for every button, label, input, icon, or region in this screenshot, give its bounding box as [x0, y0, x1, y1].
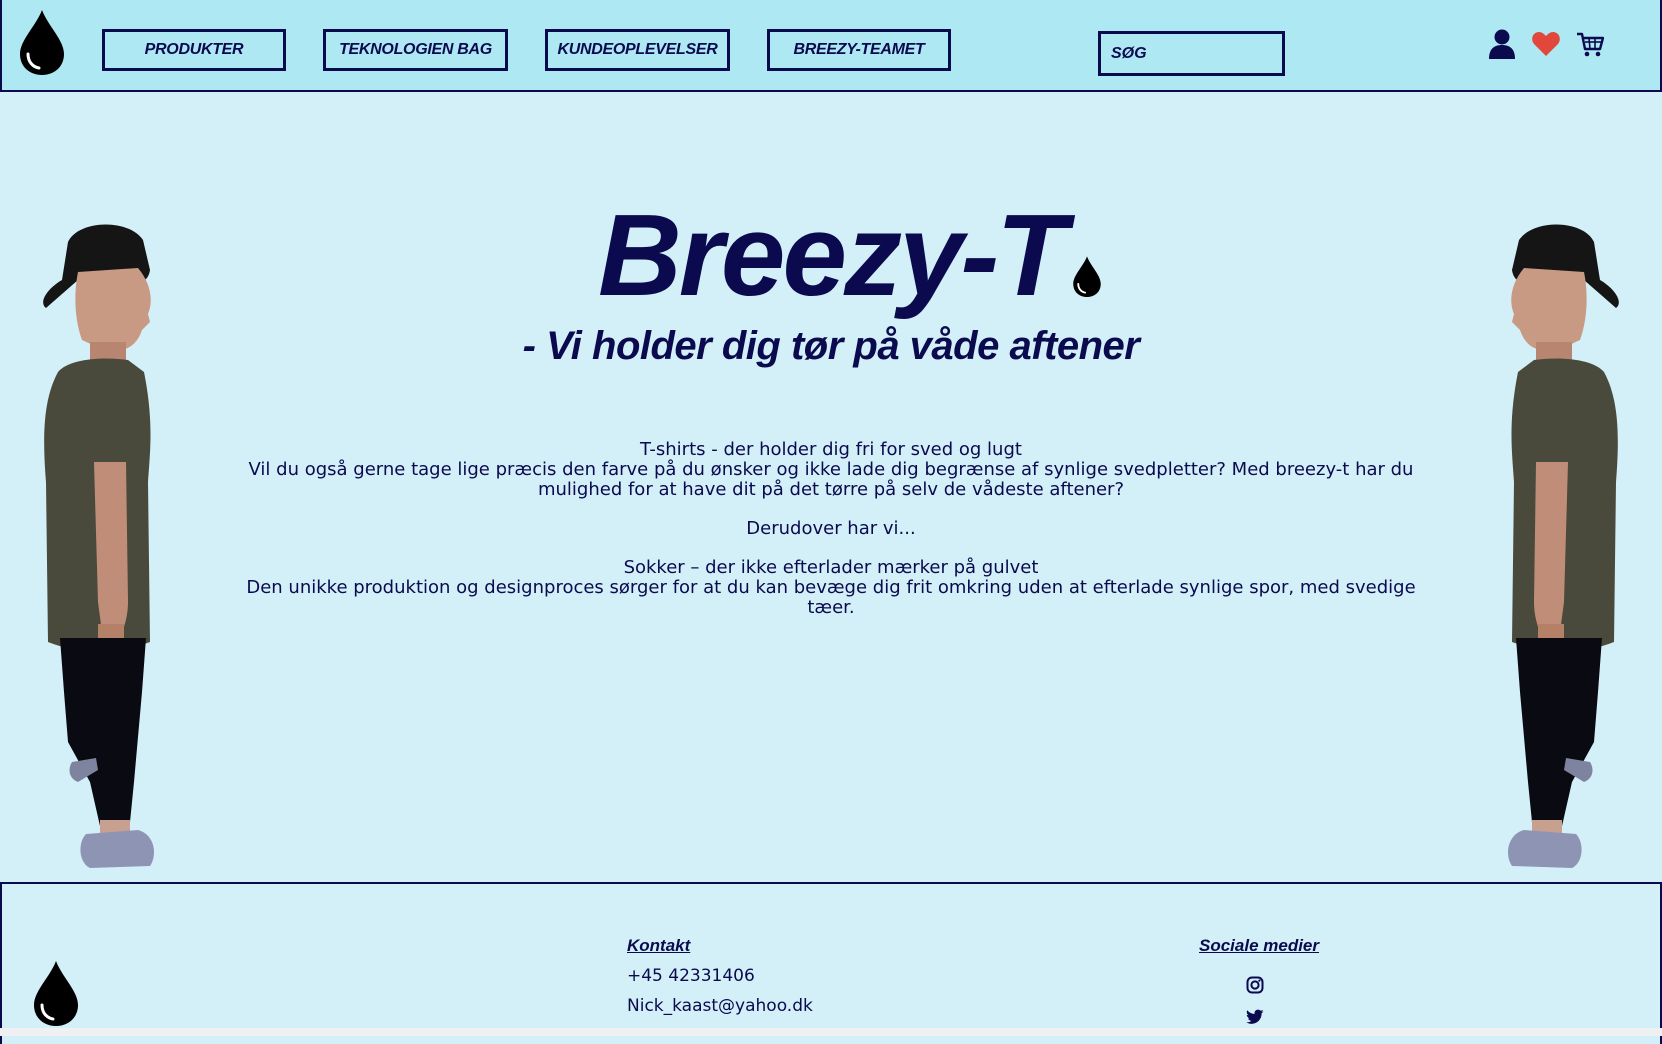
nav-teknologien-bag-button[interactable]: TEKNOLOGIEN BAG	[323, 29, 508, 71]
instagram-icon[interactable]	[1246, 976, 1264, 998]
user-icon[interactable]	[1488, 29, 1516, 63]
search-input[interactable]	[1098, 31, 1285, 76]
footer-logo-drop-icon	[32, 961, 80, 1027]
top-navbar: PRODUKTER TEKNOLOGIEN BAG KUNDEOPLEVELSE…	[0, 0, 1662, 92]
socks-description: Den unikke produktion og designproces sø…	[246, 577, 1416, 618]
contact-heading: Kontakt	[627, 936, 691, 955]
title-drop-icon	[1072, 256, 1102, 302]
cart-icon[interactable]	[1576, 32, 1605, 62]
product-description: T-shirts - der holder dig fri for sved o…	[240, 440, 1422, 618]
logo-drop-icon[interactable]	[18, 10, 66, 76]
social-heading: Sociale medier	[1199, 936, 1320, 955]
nav-produkter-button[interactable]: PRODUKTER	[102, 29, 286, 71]
footer: Kontakt +45 42331406 Nick_kaast@yahoo.dk…	[0, 882, 1662, 1044]
contact-email[interactable]: Nick_kaast@yahoo.dk	[627, 996, 813, 1016]
hero-title: Breezy-T	[598, 190, 1067, 320]
twitter-icon[interactable]	[1246, 1009, 1264, 1029]
hero-subtitle: - Vi holder dig tør på våde aftener	[522, 324, 1140, 368]
heart-icon[interactable]	[1532, 31, 1560, 60]
socks-heading: Sokker – der ikke efterlader mærker på g…	[623, 557, 1039, 578]
contact-phone[interactable]: +45 42331406	[627, 966, 755, 986]
nav-kundeoplevelser-button[interactable]: KUNDEOPLEVELSER	[545, 29, 730, 71]
more-products-text: Derudover har vi...	[746, 518, 916, 539]
tshirt-description: Vil du også gerne tage lige præcis den f…	[248, 459, 1414, 500]
nav-breezy-teamet-button[interactable]: BREEZY-TEAMET	[767, 29, 951, 71]
tshirt-heading: T-shirts - der holder dig fri for sved o…	[640, 439, 1022, 460]
page-bottom-edge	[0, 1028, 1662, 1036]
